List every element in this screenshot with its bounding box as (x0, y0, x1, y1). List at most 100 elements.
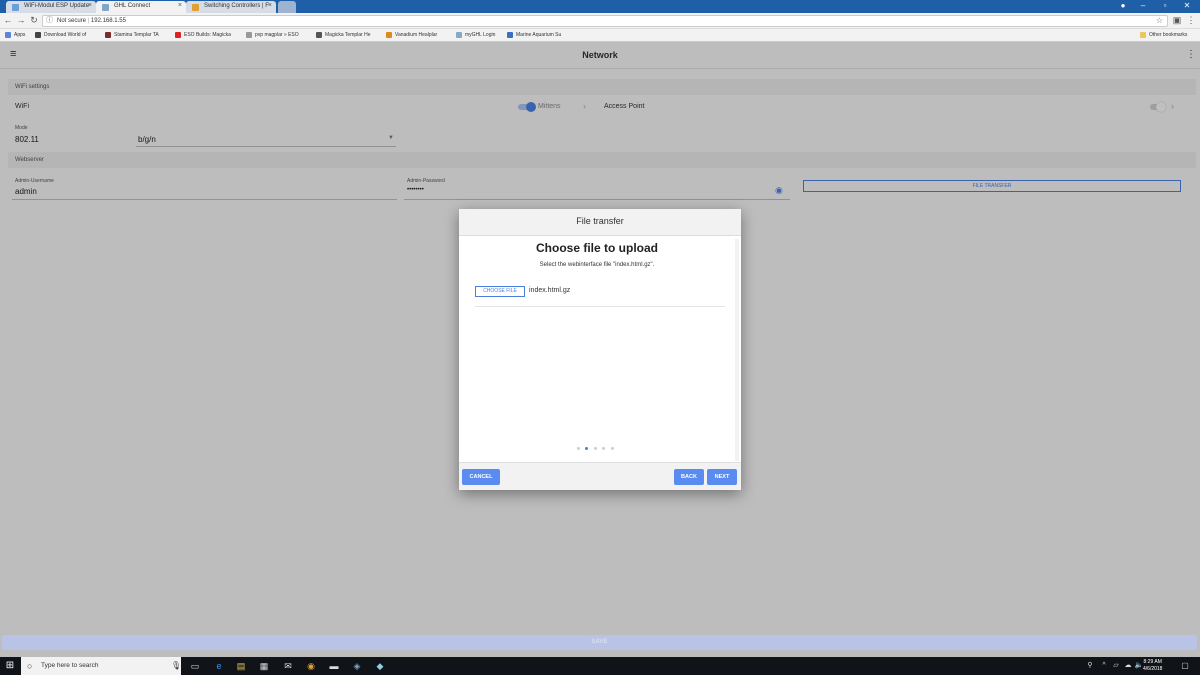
bookmark-label: Vanadium Healplar (395, 32, 438, 38)
forward-arrow-icon[interactable]: → (16, 15, 26, 25)
maximize-icon[interactable]: ▫ (1158, 1, 1172, 10)
bookmark-item[interactable]: myGHL Login (456, 32, 495, 38)
step-dot (577, 447, 580, 450)
tab-favicon-icon (12, 4, 19, 11)
address-bar-row: ← → ↻ ⓘ Not secure | 192.168.1.55 ☆ ▣ ⋮ (0, 13, 1200, 29)
url-input[interactable]: ⓘ Not secure | 192.168.1.55 ☆ (42, 15, 1168, 27)
step-dot (594, 447, 597, 450)
notification-icon[interactable]: ▢ (1179, 660, 1191, 672)
dialog-title: Choose file to upload (536, 241, 658, 255)
bookmark-favicon-icon (386, 32, 392, 38)
tab-title: Switching Controllers | F (204, 3, 269, 9)
file-explorer-icon[interactable]: ▤ (235, 660, 247, 672)
close-tab-icon[interactable]: × (268, 2, 272, 9)
minimize-icon[interactable]: – (1136, 1, 1150, 10)
next-button[interactable]: NEXT (707, 469, 737, 485)
new-tab-button[interactable] (278, 1, 296, 13)
bookmarks-bar: Apps Download World of Stamina Templar T… (0, 29, 1200, 42)
bookmark-label: Apps (14, 32, 26, 38)
extension-icon[interactable]: ▣ (1172, 15, 1182, 26)
tab-title: WiFi-Modul ESP Update (24, 3, 89, 9)
bookmark-apps[interactable]: Apps (5, 32, 25, 38)
url-text: 192.168.1.55 (90, 18, 126, 24)
bookmark-label: Download World of (44, 32, 87, 38)
system-clock[interactable]: 8:29 AM 4/6/2018 (1143, 659, 1162, 673)
choose-file-button[interactable]: CHOOSE FILE (475, 286, 525, 297)
tab-favicon-icon (192, 4, 199, 11)
search-placeholder: Type here to search (41, 662, 99, 669)
bookmark-item[interactable]: Magicka Templar He (316, 32, 370, 38)
dialog-scrollbar[interactable] (735, 239, 739, 461)
bookmark-label: ESO Builds: Magicka (184, 32, 231, 38)
taskbar-search-input[interactable]: ○ Type here to search 🎙 (21, 657, 181, 675)
selected-file-name: index.html.gz (529, 287, 571, 294)
bookmark-label: Magicka Templar He (325, 32, 371, 38)
browser-tab-strip: WiFi-Modul ESP Update × GHL Connect × Sw… (0, 0, 1200, 13)
chrome-icon[interactable]: ◉ (305, 660, 317, 672)
dialog-subtitle: Select the webinterface file "index.html… (539, 262, 655, 268)
browser-tab-ghl-connect[interactable]: GHL Connect × (96, 1, 186, 13)
bookmark-item[interactable]: Download World of (35, 32, 86, 38)
edge-icon[interactable]: e (213, 660, 225, 672)
bookmark-label: Other bookmarks (1149, 32, 1188, 38)
microphone-icon[interactable]: 🎙 (171, 657, 181, 675)
folder-icon (1140, 32, 1146, 38)
bookmark-star-icon[interactable]: ☆ (1156, 16, 1163, 26)
browser-tab-switching-controllers[interactable]: Switching Controllers | F × (186, 1, 276, 13)
people-icon[interactable]: ⚲ (1084, 660, 1096, 672)
profile-icon[interactable]: ● (1116, 1, 1130, 10)
windows-start-icon[interactable]: ⊞ (4, 660, 16, 672)
bookmark-item[interactable]: Marine Aquarium Su (507, 32, 561, 38)
back-button[interactable]: BACK (674, 469, 704, 485)
task-view-icon[interactable]: ▭ (189, 660, 201, 672)
bookmark-favicon-icon (456, 32, 462, 38)
security-label: Not secure (57, 18, 87, 24)
close-tab-icon[interactable]: × (178, 2, 182, 9)
dialog-body: Choose file to upload Select the webinte… (459, 236, 741, 462)
bookmark-favicon-icon (35, 32, 41, 38)
app-icon[interactable]: ◈ (351, 660, 363, 672)
menu-dots-icon[interactable]: ⋮ (1186, 15, 1196, 26)
windows-taskbar: ⊞ ○ Type here to search 🎙 ▭ e ▤ ▦ ✉ ◉ ▬ … (0, 657, 1200, 675)
save-button[interactable]: SAVE (2, 635, 1197, 650)
dialog-footer: CANCEL BACK NEXT (459, 462, 741, 490)
bookmark-item[interactable]: Stamina Templar TA (105, 32, 159, 38)
app-icon[interactable]: ◆ (374, 660, 386, 672)
bookmark-favicon-icon (175, 32, 181, 38)
bookmark-label: pvp magplar » ESO (255, 32, 299, 38)
tab-favicon-icon (102, 4, 109, 11)
step-dot (602, 447, 605, 450)
info-icon[interactable]: ⓘ (46, 16, 53, 26)
chevron-up-icon[interactable]: ^ (1098, 660, 1110, 672)
reload-icon[interactable]: ↻ (29, 15, 39, 26)
browser-tab-wifi-modul[interactable]: WiFi-Modul ESP Update × (6, 1, 96, 13)
clock-time: 8:29 AM (1143, 659, 1162, 665)
step-dot-active (585, 447, 588, 450)
bookmark-item[interactable]: Vanadium Healplar (386, 32, 437, 38)
cortana-icon: ○ (27, 661, 33, 671)
bookmark-favicon-icon (105, 32, 111, 38)
cancel-button[interactable]: CANCEL (462, 469, 500, 485)
bookmark-item[interactable]: ESO Builds: Magicka (175, 32, 231, 38)
network-icon[interactable]: ▱ (1110, 660, 1122, 672)
close-tab-icon[interactable]: × (88, 2, 92, 9)
dialog-header: File transfer (459, 209, 741, 236)
terminal-icon[interactable]: ▬ (328, 660, 340, 672)
bookmark-label: Marine Aquarium Su (516, 32, 562, 38)
back-arrow-icon[interactable]: ← (3, 15, 13, 25)
apps-grid-icon (5, 32, 11, 38)
step-dot (611, 447, 614, 450)
bookmark-favicon-icon (507, 32, 513, 38)
tab-title: GHL Connect (114, 3, 151, 9)
file-transfer-dialog: File transfer Choose file to upload Sele… (459, 209, 741, 490)
close-window-icon[interactable]: ✕ (1180, 1, 1194, 10)
store-icon[interactable]: ▦ (258, 660, 270, 672)
other-bookmarks[interactable]: Other bookmarks (1140, 32, 1187, 38)
bookmark-item[interactable]: pvp magplar » ESO (246, 32, 299, 38)
bookmark-label: Stamina Templar TA (114, 32, 159, 38)
mail-icon[interactable]: ✉ (282, 660, 294, 672)
bookmark-favicon-icon (246, 32, 252, 38)
bookmark-label: myGHL Login (465, 32, 496, 38)
file-divider (475, 306, 725, 307)
clock-date: 4/6/2018 (1143, 666, 1163, 672)
